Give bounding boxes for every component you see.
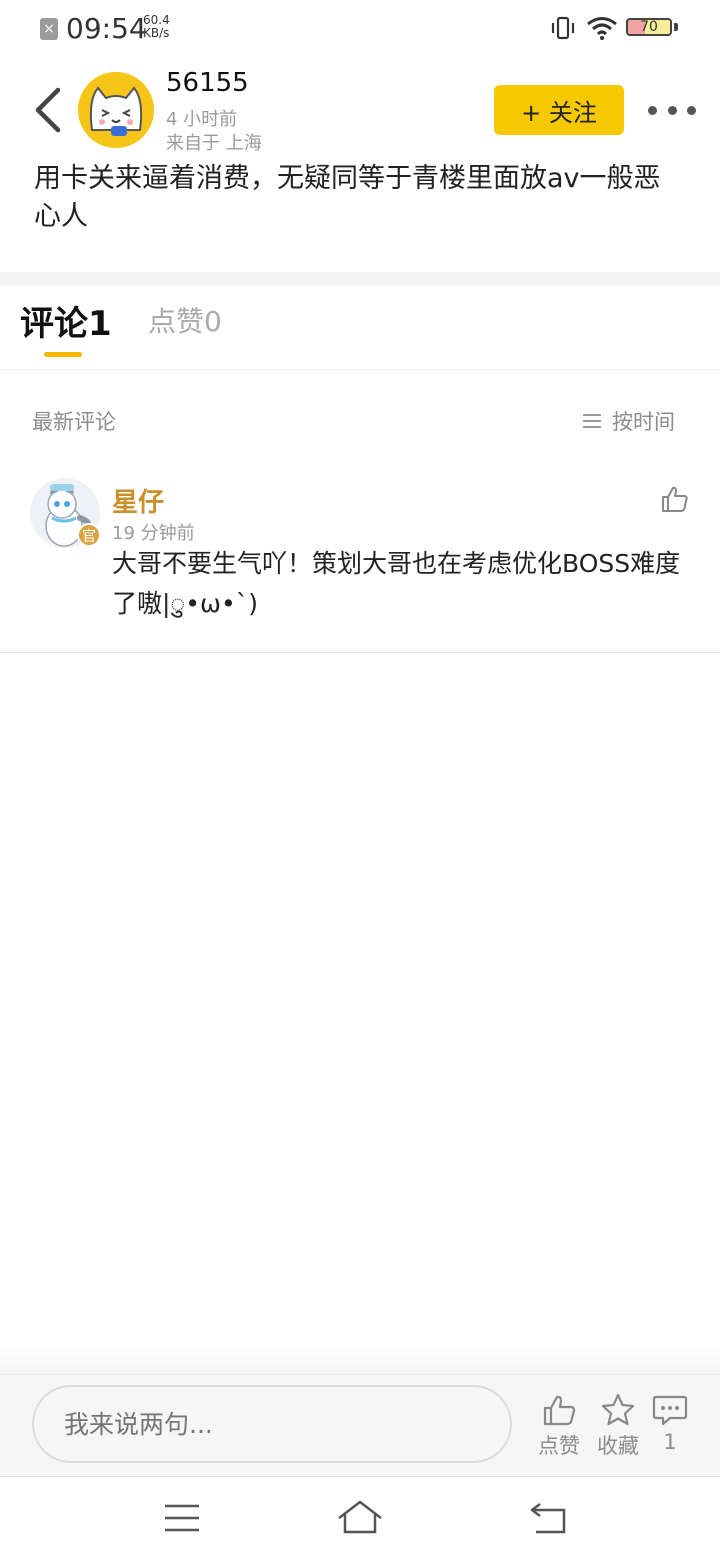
wifi-icon xyxy=(587,17,617,40)
comment-like-icon[interactable] xyxy=(660,484,690,514)
official-badge: 官 xyxy=(77,523,101,547)
chat-bubble-icon xyxy=(652,1395,688,1426)
cat-avatar-icon xyxy=(78,72,154,148)
comment-input[interactable] xyxy=(32,1385,512,1463)
author-name[interactable]: 56155 xyxy=(166,68,249,98)
like-label: 点赞 xyxy=(538,1434,580,1458)
sort-label: 按时间 xyxy=(612,410,675,434)
follow-button[interactable]: + 关注 xyxy=(494,85,624,135)
comment-divider xyxy=(0,652,720,653)
bottom-shadow xyxy=(0,1340,720,1374)
like-button[interactable]: 点赞 xyxy=(531,1392,587,1460)
collect-label: 收藏 xyxy=(597,1434,639,1458)
commenter-name[interactable]: 星仔 xyxy=(112,482,164,519)
back-arrow-icon[interactable] xyxy=(30,86,70,134)
collect-button[interactable]: 收藏 xyxy=(590,1392,646,1460)
author-avatar[interactable] xyxy=(78,72,154,148)
comment-count-button[interactable]: 1 xyxy=(642,1392,698,1454)
comment-count: 1 xyxy=(663,1430,677,1454)
menu-icon[interactable] xyxy=(162,1498,202,1538)
comment-time: 19 分钟前 xyxy=(112,523,195,544)
more-dots-icon[interactable] xyxy=(648,100,696,120)
section-divider xyxy=(0,272,720,286)
comment-text: 大哥不要生气吖！策划大哥也在考虑优化BOSS难度了嗷|ु•ω•`) xyxy=(112,549,681,618)
network-speed: 60.4 KB/s xyxy=(143,14,170,40)
list-icon xyxy=(583,414,601,428)
sort-toggle[interactable]: 按时间 xyxy=(582,406,675,436)
return-icon[interactable] xyxy=(528,1498,568,1538)
battery-tip xyxy=(674,23,678,31)
vibrate-icon xyxy=(551,16,575,40)
post-location: 来自于 上海 xyxy=(166,133,262,154)
tab-likes[interactable]: 点赞0 xyxy=(148,300,222,340)
network-speed-unit: KB/s xyxy=(143,26,170,40)
post-time: 4 小时前 xyxy=(166,109,238,130)
tabs-divider xyxy=(0,369,720,370)
latest-comments-label: 最新评论 xyxy=(32,410,116,434)
home-icon[interactable] xyxy=(336,1498,384,1538)
post-content: 用卡关来逼着消费，无疑同等于青楼里面放av一般恶心人 xyxy=(34,163,661,232)
battery-icon: 70 xyxy=(626,18,672,36)
status-time: 09:54 xyxy=(66,12,147,45)
sim-status-icon: × xyxy=(40,18,58,40)
tab-comments[interactable]: 评论1 xyxy=(20,296,112,345)
star-icon xyxy=(601,1393,635,1426)
thumbs-up-icon xyxy=(543,1395,576,1426)
active-tab-indicator xyxy=(44,352,82,357)
